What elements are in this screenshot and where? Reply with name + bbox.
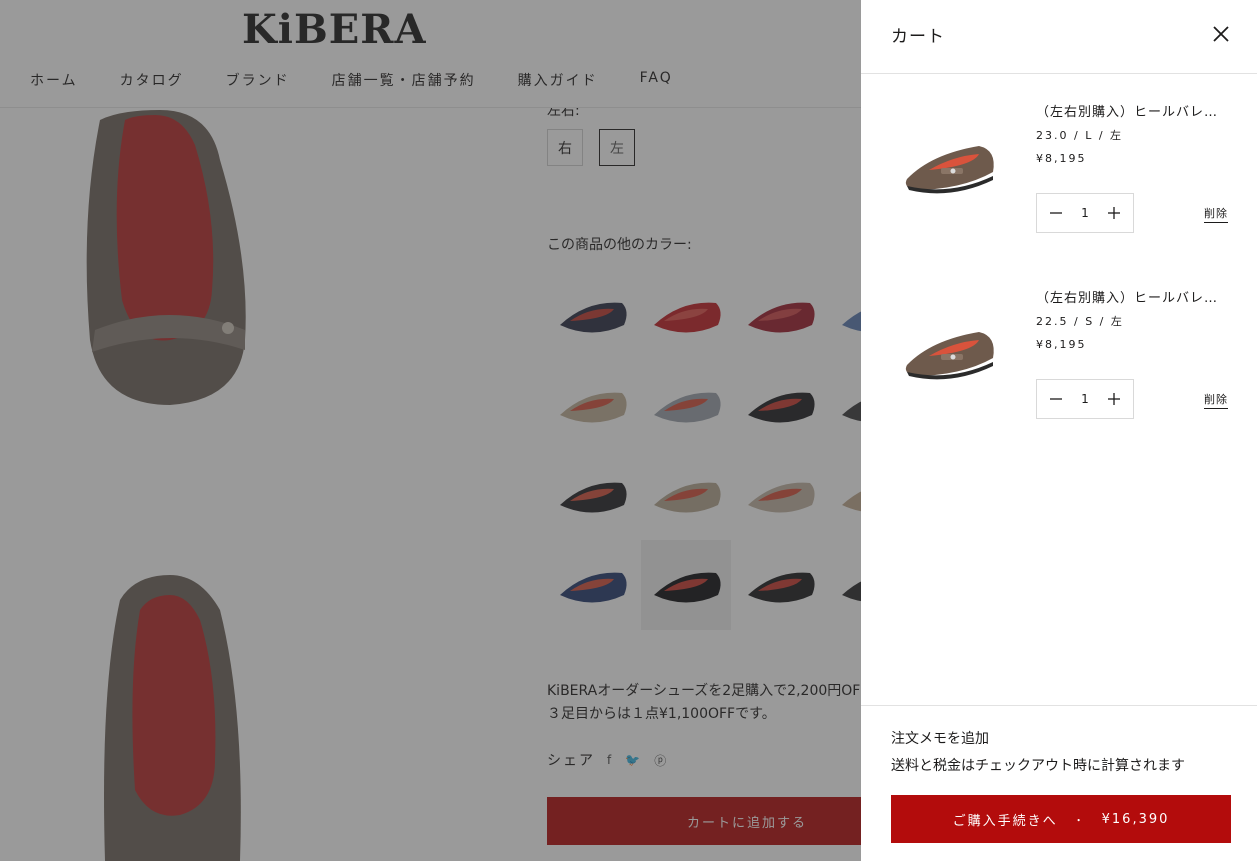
- cart-item-info: （左右別購入）ヒールバレエシューズ 22.5 / S / 左 ¥8,195: [1036, 290, 1231, 353]
- cart-footer: 注文メモを追加 送料と税金はチェックアウト時に計算されます ご購入手続きへ ・ …: [861, 705, 1257, 861]
- cart-item: （左右別購入）ヒールバレエシューズ 23.0 / L / 左 ¥8,195 削除: [891, 104, 1231, 244]
- quantity-stepper: [1036, 379, 1134, 419]
- checkout-label: ご購入手続きへ: [952, 813, 1058, 829]
- plus-icon: [1108, 393, 1120, 405]
- add-order-note-link[interactable]: 注文メモを追加: [891, 728, 989, 748]
- remove-item-link[interactable]: 削除: [1204, 391, 1228, 409]
- cart-title: カート: [891, 27, 945, 47]
- cart-item-variant: 22.5 / S / 左: [1036, 315, 1124, 328]
- cart-item-title[interactable]: （左右別購入）ヒールバレエシューズ: [1036, 290, 1226, 308]
- increase-quantity-button[interactable]: [1095, 380, 1133, 418]
- tax-shipping-note: 送料と税金はチェックアウト時に計算されます: [891, 758, 1185, 774]
- decrease-quantity-button[interactable]: [1037, 194, 1075, 232]
- checkout-button[interactable]: ご購入手続きへ ・ ¥16,390: [891, 795, 1231, 843]
- cart-item-image[interactable]: [891, 300, 1011, 400]
- close-icon[interactable]: [1211, 24, 1231, 44]
- remove-item-link[interactable]: 削除: [1204, 205, 1228, 223]
- cart-drawer: カート （左右別購入）ヒールバレエシューズ 23.0 / L / 左 ¥8,19…: [861, 0, 1257, 861]
- cart-header: カート: [861, 0, 1257, 74]
- cart-item-variant: 23.0 / L / 左: [1036, 129, 1124, 142]
- increase-quantity-button[interactable]: [1095, 194, 1133, 232]
- cart-item-title[interactable]: （左右別購入）ヒールバレエシューズ: [1036, 104, 1226, 122]
- quantity-input[interactable]: [1075, 206, 1095, 220]
- cart-item-info: （左右別購入）ヒールバレエシューズ 23.0 / L / 左 ¥8,195: [1036, 104, 1231, 167]
- cart-item-price: ¥8,195: [1036, 338, 1087, 351]
- plus-icon: [1108, 207, 1120, 219]
- cart-item-image[interactable]: [891, 114, 1011, 214]
- decrease-quantity-button[interactable]: [1037, 380, 1075, 418]
- cart-item: （左右別購入）ヒールバレエシューズ 22.5 / S / 左 ¥8,195 削除: [891, 290, 1231, 430]
- minus-icon: [1050, 398, 1062, 400]
- checkout-separator: ・: [1073, 815, 1086, 827]
- quantity-stepper: [1036, 193, 1134, 233]
- quantity-input[interactable]: [1075, 392, 1095, 406]
- minus-icon: [1050, 212, 1062, 214]
- cart-item-price: ¥8,195: [1036, 152, 1087, 165]
- checkout-total: ¥16,390: [1101, 811, 1170, 827]
